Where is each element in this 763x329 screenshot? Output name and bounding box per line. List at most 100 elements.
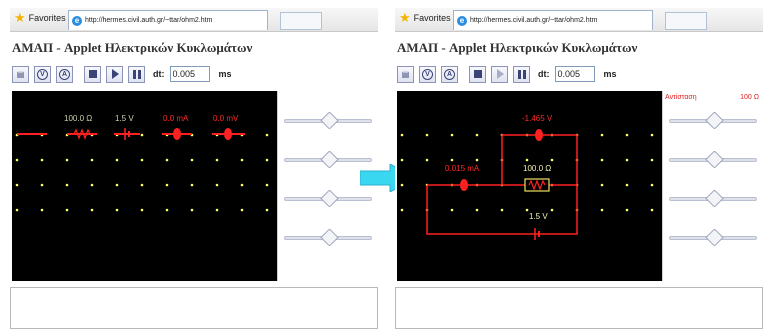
stop-button[interactable] bbox=[469, 65, 486, 83]
grid-dot bbox=[190, 183, 194, 187]
slider-thumb[interactable] bbox=[705, 111, 724, 130]
play-icon bbox=[112, 69, 119, 79]
grid-dot bbox=[40, 183, 44, 187]
edit-mode-button[interactable]: ▤ bbox=[397, 65, 414, 83]
grid-dot bbox=[550, 208, 554, 212]
grid-dot bbox=[140, 208, 144, 212]
ammeter-symbol bbox=[460, 179, 468, 191]
dt-input[interactable] bbox=[554, 66, 595, 82]
grid-dot bbox=[15, 158, 19, 162]
slider-thumb[interactable] bbox=[320, 189, 339, 208]
play-button[interactable] bbox=[491, 65, 508, 83]
grid-dot bbox=[240, 158, 244, 162]
grid-dot bbox=[400, 208, 404, 212]
grid-dot bbox=[115, 158, 119, 162]
applet-toolbar: ▤ V A dt: ms bbox=[12, 63, 232, 85]
parameter-sidebar: Αντίσταση 100 Ω bbox=[662, 91, 763, 281]
stop-button[interactable] bbox=[84, 65, 101, 83]
slider-3[interactable] bbox=[669, 189, 757, 208]
grid-dot bbox=[165, 183, 169, 187]
ammeter-label: 0.015 mA bbox=[445, 164, 480, 173]
voltmeter-label: -1.465 V bbox=[522, 114, 553, 123]
pause-button[interactable] bbox=[513, 65, 530, 83]
circuit-canvas[interactable]: 100.0 Ω 1.5 V 0.0 mA 0.0 mV bbox=[12, 91, 277, 281]
slider-4[interactable] bbox=[284, 228, 372, 247]
applet-toolbar: ▤ V A dt: ms bbox=[397, 63, 617, 85]
grid-dot bbox=[450, 208, 454, 212]
grid-dot bbox=[625, 183, 629, 187]
grid-dot bbox=[450, 158, 454, 162]
grid-dot bbox=[240, 208, 244, 212]
battery-label: 1.5 V bbox=[529, 212, 548, 221]
grid-dot bbox=[140, 183, 144, 187]
status-area bbox=[10, 287, 378, 329]
grid-dot bbox=[140, 133, 144, 137]
grid-dot bbox=[165, 158, 169, 162]
grid-dot bbox=[165, 208, 169, 212]
grid-dot bbox=[650, 208, 654, 212]
grid-dot bbox=[450, 133, 454, 137]
slider-thumb[interactable] bbox=[705, 189, 724, 208]
slider-1[interactable] bbox=[284, 111, 372, 130]
grid-dot bbox=[15, 208, 19, 212]
grid-dot bbox=[475, 158, 479, 162]
play-icon bbox=[497, 69, 504, 79]
slider-3[interactable] bbox=[284, 189, 372, 208]
voltmeter-button[interactable]: V bbox=[34, 65, 51, 83]
resistance-slider-value: 100 Ω bbox=[740, 94, 759, 101]
grid-dot bbox=[400, 133, 404, 137]
grid-dot bbox=[500, 208, 504, 212]
slider-thumb[interactable] bbox=[320, 228, 339, 247]
stop-icon bbox=[88, 70, 97, 78]
slider-thumb[interactable] bbox=[705, 228, 724, 247]
dt-input[interactable] bbox=[169, 66, 210, 82]
grid-dot bbox=[65, 158, 69, 162]
favorites-button[interactable]: ★ Favorites bbox=[399, 10, 451, 25]
new-tab-button[interactable] bbox=[280, 12, 322, 30]
resistor-label: 100.0 Ω bbox=[523, 164, 552, 173]
slider-thumb[interactable] bbox=[705, 150, 724, 169]
grid-dot bbox=[625, 133, 629, 137]
grid-dot bbox=[625, 158, 629, 162]
ie-icon: e bbox=[457, 15, 467, 26]
edit-mode-button[interactable]: ▤ bbox=[12, 65, 29, 83]
grid-dot bbox=[525, 208, 529, 212]
voltmeter-button[interactable]: V bbox=[419, 65, 436, 83]
new-tab-button[interactable] bbox=[665, 12, 707, 30]
voltmeter-symbol bbox=[224, 128, 232, 140]
grid-dot bbox=[90, 183, 94, 187]
slider-thumb[interactable] bbox=[320, 111, 339, 130]
status-area bbox=[395, 287, 763, 329]
slider-2[interactable] bbox=[284, 150, 372, 169]
pause-button[interactable] bbox=[128, 65, 145, 83]
grid-dot bbox=[40, 158, 44, 162]
voltmeter-icon: V bbox=[422, 68, 433, 80]
resistance-slider-label: Αντίσταση bbox=[665, 94, 697, 101]
favorites-button[interactable]: ★ Favorites bbox=[14, 11, 66, 24]
slider-2[interactable] bbox=[669, 150, 757, 169]
favorites-bar: ★ Favorites e http://hermes.civil.auth.g… bbox=[10, 8, 378, 32]
resistance-slider[interactable] bbox=[669, 111, 757, 130]
browser-tab[interactable]: e http://hermes.civil.auth.gr/~ttar/ohm2… bbox=[453, 10, 653, 30]
dt-label: dt: bbox=[538, 69, 550, 79]
play-button[interactable] bbox=[106, 65, 123, 83]
stop-icon bbox=[473, 70, 482, 78]
slider-4[interactable] bbox=[669, 228, 757, 247]
ammeter-button[interactable]: A bbox=[56, 65, 73, 83]
circuit-canvas[interactable]: -1.465 V 0.015 mA 100.0 Ω 1.5 V bbox=[397, 91, 662, 281]
ms-label: ms bbox=[218, 69, 232, 79]
grid-dot bbox=[115, 208, 119, 212]
grid-dot bbox=[650, 158, 654, 162]
pause-icon bbox=[132, 69, 141, 79]
grid-dot bbox=[15, 183, 19, 187]
slider-thumb[interactable] bbox=[320, 150, 339, 169]
resistor-label: 100.0 Ω bbox=[64, 114, 93, 123]
grid-dot bbox=[190, 208, 194, 212]
browser-tab[interactable]: e http://hermes.civil.auth.gr/~ttar/ohm2… bbox=[68, 10, 268, 30]
page-title: ΑΜΑΠ - Applet Ηλεκτρικών Κυκλωμάτων bbox=[397, 40, 638, 55]
ammeter-button[interactable]: A bbox=[441, 65, 458, 83]
star-icon: ★ bbox=[399, 10, 411, 25]
grid-dot bbox=[265, 158, 269, 162]
voltmeter-symbol bbox=[535, 129, 543, 141]
ms-label: ms bbox=[603, 69, 617, 79]
